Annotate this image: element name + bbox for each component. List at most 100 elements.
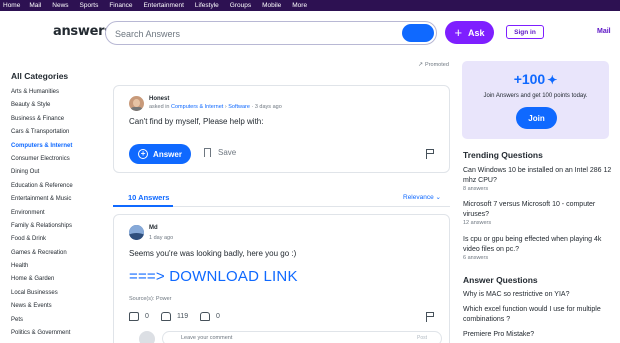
promoted-label: ↗ Promoted [418, 61, 449, 68]
search-button[interactable] [402, 24, 434, 42]
flag-icon[interactable] [426, 312, 435, 322]
sparkle-icon: ✦ [547, 73, 558, 87]
flag-icon[interactable] [426, 149, 435, 159]
sidebar-category-item[interactable]: Computers & Internet [11, 140, 106, 153]
sort-dropdown[interactable]: Relevance ⌄ [403, 193, 441, 201]
sidebar-category-item[interactable]: Business & Finance [11, 113, 106, 126]
avatar [139, 331, 155, 343]
comment-input[interactable]: Leave your comment [162, 331, 442, 343]
trending-question[interactable]: Can Windows 10 be installed on an Intel … [463, 166, 613, 192]
nav-mail[interactable]: Mail [29, 0, 41, 11]
nav-groups[interactable]: Groups [230, 0, 251, 11]
trending-answer-count: 8 answers [463, 186, 489, 192]
nav-mobile[interactable]: Mobile [262, 0, 281, 11]
nav-news[interactable]: News [52, 0, 68, 11]
nav-lifestyle[interactable]: Lifestyle [195, 0, 219, 11]
sidebar-category-item[interactable]: Dining Out [11, 166, 106, 179]
question-card: Honest asked in Computers & Internet › S… [113, 85, 450, 173]
nav-sports[interactable]: Sports [80, 0, 99, 11]
avatar[interactable] [129, 96, 144, 111]
trending-question-text[interactable]: Can Windows 10 be installed on an Intel … [463, 166, 613, 185]
answer-question-item[interactable]: Premiere Pro Mistake? [463, 330, 613, 340]
sidebar-category-item[interactable]: News & Events [11, 300, 106, 313]
sidebar-category-item[interactable]: Home & Garden [11, 273, 106, 286]
sidebar-category-item[interactable]: Entertainment & Music [11, 193, 106, 206]
dislike-count: 0 [216, 313, 220, 320]
question-text: Can't find by myself, Please help with: [129, 117, 264, 126]
chevron-down-icon: ⌄ [435, 194, 441, 201]
search-input[interactable] [115, 26, 395, 41]
save-button[interactable]: Save [204, 148, 236, 157]
sidebar-category-item[interactable]: Health [11, 260, 106, 273]
ask-label: Ask [468, 27, 485, 38]
sidebar-category-item[interactable]: Games & Recreation [11, 247, 106, 260]
sidebar-category-item[interactable]: Cars & Transportation [11, 126, 106, 139]
answer-label: Answer [153, 149, 182, 159]
category-link[interactable]: Computers & Internet [171, 104, 223, 110]
sidebar-category-item[interactable]: Beauty & Style [11, 99, 106, 112]
question-author[interactable]: Honest [149, 96, 169, 102]
post-button[interactable]: Post [417, 335, 427, 341]
points-text: +100 [513, 71, 546, 87]
answer-question-item[interactable]: Why is MAC so restrictive on YIA? [463, 290, 613, 300]
save-label: Save [218, 148, 237, 157]
nav-home[interactable]: Home [3, 0, 20, 11]
points-badge: +100 ✦ [462, 71, 609, 87]
answer-question-item[interactable]: Which excel function would I use for mul… [463, 305, 613, 324]
mail-link[interactable]: Mail [597, 28, 611, 35]
sidebar-category-item[interactable]: Environment [11, 207, 106, 220]
nav-more[interactable]: More [292, 0, 307, 11]
answer-card: Md 1 day ago Seems you're was looking ba… [113, 214, 450, 343]
sidebar-category-item[interactable]: Food & Drink [11, 233, 106, 246]
answer-time: 1 day ago [149, 235, 174, 241]
trending-question[interactable]: Is cpu or gpu being effected when playin… [463, 235, 613, 261]
answer-button[interactable]: + Answer [129, 144, 191, 164]
trending-question-text[interactable]: Microsoft 7 versus Microsoft 10 - comput… [463, 200, 613, 219]
promoted-text: Promoted [425, 62, 449, 68]
plus-icon: + [454, 25, 463, 40]
ask-button[interactable]: + Ask [445, 21, 494, 44]
comment-row: Leave your comment Post [129, 331, 442, 343]
comments-button[interactable]: 0 [129, 312, 149, 321]
like-count: 119 [177, 313, 189, 320]
trending-question[interactable]: Microsoft 7 versus Microsoft 10 - comput… [463, 200, 613, 226]
download-link[interactable]: ===> DOWNLOAD LINK [129, 268, 298, 285]
trending-answer-count: 12 answers [463, 220, 492, 226]
asked-in-text: asked in [149, 104, 170, 110]
join-button[interactable]: Join [516, 107, 557, 129]
dislike-button[interactable]: 0 [200, 312, 220, 321]
plus-circle-icon: + [138, 149, 149, 159]
answer-questions-title: Answer Questions [463, 275, 538, 285]
sidebar-category-item[interactable]: Family & Relationships [11, 220, 106, 233]
search-box [105, 21, 437, 45]
category-sidebar: All Categories Arts & Humanities Beauty &… [11, 71, 106, 340]
sign-in-button[interactable]: Sign in [506, 25, 544, 39]
trending-answer-count: 6 answers [463, 255, 489, 261]
sidebar-title: All Categories [11, 71, 69, 81]
like-button[interactable]: 119 [161, 312, 188, 321]
join-promo: +100 ✦ Join Answers and get 100 points to… [462, 61, 609, 139]
subcategory-link[interactable]: Software [228, 104, 250, 110]
trending-question-text[interactable]: Is cpu or gpu being effected when playin… [463, 235, 613, 254]
sidebar-category-item[interactable]: Local Businesses [11, 287, 106, 300]
nav-entertainment[interactable]: Entertainment [143, 0, 183, 11]
bookmark-icon [204, 148, 211, 157]
promoted-arrow-icon: ↗ [418, 62, 424, 68]
answer-author[interactable]: Md [149, 225, 158, 231]
sidebar-category-item[interactable]: Pets [11, 314, 106, 327]
sidebar-category-item[interactable]: Education & Reference [11, 180, 106, 193]
thumbs-up-icon [161, 312, 171, 321]
sidebar-category-item[interactable]: Consumer Electronics [11, 153, 106, 166]
sidebar-category-item[interactable]: Arts & Humanities [11, 86, 106, 99]
answer-source: Source(s): Power [129, 296, 172, 302]
nav-finance[interactable]: Finance [109, 0, 132, 11]
top-nav: Home Mail News Sports Finance Entertainm… [0, 0, 620, 11]
question-meta: asked in Computers & Internet › Software… [149, 104, 282, 110]
trending-title: Trending Questions [463, 150, 543, 160]
sidebar-category-item[interactable]: Politics & Government [11, 327, 106, 340]
answers-count-tab[interactable]: 10 Answers [128, 193, 169, 202]
answers-logo[interactable]: answers [53, 24, 112, 39]
comment-count: 0 [145, 313, 149, 320]
avatar[interactable] [129, 225, 144, 240]
answer-text: Seems you're was looking badly, here you… [129, 249, 297, 258]
